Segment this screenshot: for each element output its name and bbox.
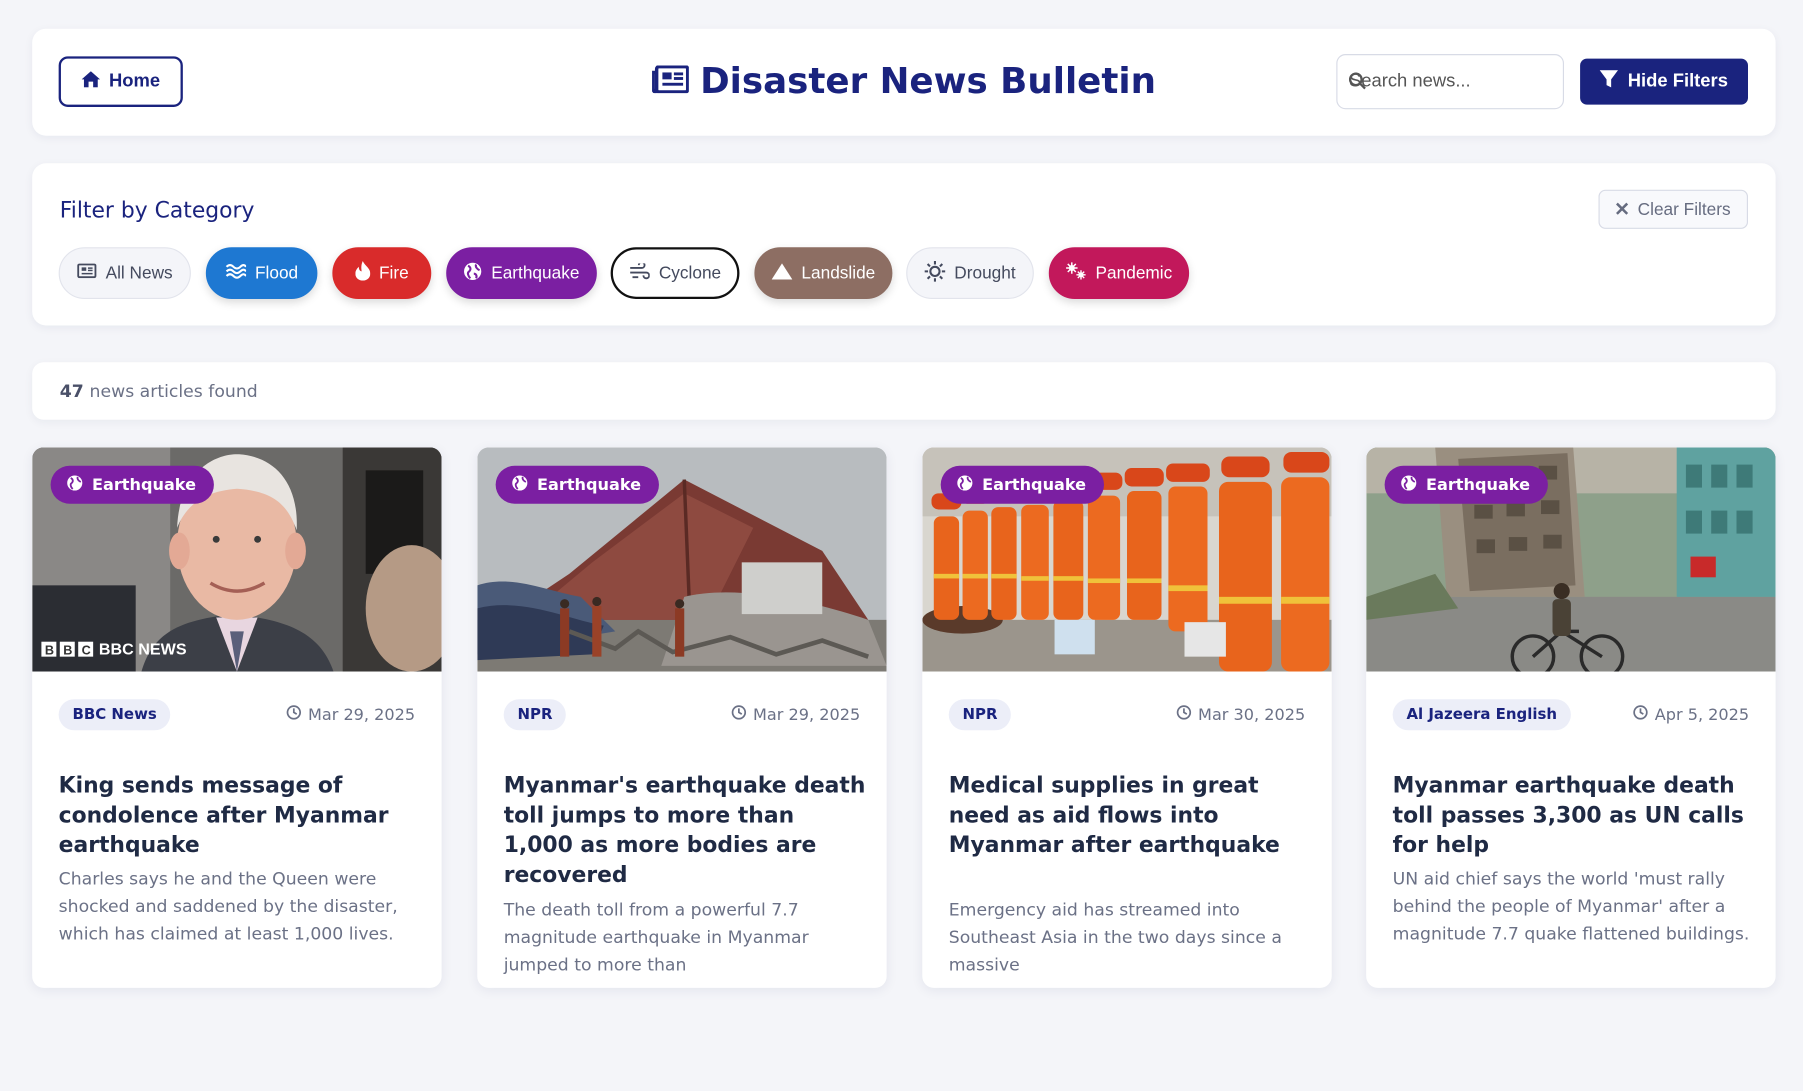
chip-label: Cyclone [658, 263, 722, 283]
card-image: Earthquake [477, 447, 887, 672]
newspaper-icon [77, 263, 97, 283]
chip-label: Drought [954, 263, 1016, 283]
close-icon [1616, 200, 1629, 220]
chip-label: Pandemic [1095, 263, 1173, 283]
chip-label: Earthquake [491, 263, 580, 283]
hide-filters-label: Hide Filters [1627, 71, 1728, 91]
news-card[interactable]: B B C BBC NEWS Earthquake BBC News Mar 2… [32, 447, 442, 988]
results-label: news articles found [89, 380, 258, 402]
card-title[interactable]: Medical supplies in great need as aid fl… [949, 771, 1312, 861]
source-tag: Al Jazeera English [1392, 699, 1571, 731]
globe-icon [957, 474, 973, 495]
chip-pandemic[interactable]: Pandemic [1048, 247, 1190, 299]
category-badge: Earthquake [495, 465, 660, 504]
card-date: Mar 29, 2025 [731, 705, 860, 725]
category-badge-label: Earthquake [1426, 475, 1531, 494]
hide-filters-button[interactable]: Hide Filters [1580, 58, 1748, 105]
filter-panel: Filter by Category Clear Filters All New… [32, 163, 1776, 326]
card-title[interactable]: Myanmar's earthquake death toll jumps to… [504, 771, 867, 891]
category-badge-label: Earthquake [982, 475, 1087, 494]
image-watermark: BBC NEWS [98, 639, 187, 658]
news-card[interactable]: Earthquake NPR Mar 30, 2025 Medical supp… [922, 447, 1332, 988]
filter-title: Filter by Category [59, 197, 255, 224]
chip-flood[interactable]: Flood [205, 247, 318, 299]
filter-icon [1600, 69, 1619, 94]
svg-text:C: C [82, 643, 91, 657]
card-title[interactable]: Myanmar earthquake death toll passes 3,3… [1393, 771, 1756, 861]
news-card[interactable]: Earthquake Al Jazeera English Apr 5, 202… [1366, 447, 1776, 988]
header-bar: Home Disaster News Bulletin Search news.… [32, 28, 1776, 136]
chip-cyclone[interactable]: Cyclone [610, 247, 740, 299]
chip-fire[interactable]: Fire [332, 247, 432, 299]
globe-icon [512, 474, 528, 495]
source-tag: NPR [503, 699, 567, 731]
card-date-text: Mar 30, 2025 [1198, 705, 1306, 724]
search-icon [1348, 72, 1366, 94]
card-image: Earthquake [1366, 447, 1776, 672]
card-summary: UN aid chief says the world 'must rally … [1392, 868, 1750, 945]
card-image: Earthquake [922, 447, 1332, 672]
page-title-text: Disaster News Bulletin [700, 60, 1157, 103]
wind-icon [629, 260, 650, 284]
chip-all-news[interactable]: All News [58, 247, 191, 299]
card-summary: The death toll from a powerful 7.7 magni… [503, 899, 809, 976]
flame-icon [354, 261, 370, 285]
category-badge: Earthquake [50, 465, 215, 504]
search-input[interactable] [1348, 71, 1545, 92]
clock-icon [731, 705, 746, 725]
card-date-text: Mar 29, 2025 [307, 705, 416, 724]
globe-icon [67, 474, 83, 495]
category-badge-label: Earthquake [92, 475, 197, 494]
newspaper-icon [651, 61, 690, 102]
water-waves-icon [225, 263, 247, 284]
chip-drought[interactable]: Drought [906, 247, 1034, 299]
category-badge: Earthquake [940, 465, 1105, 504]
globe-icon [1401, 474, 1417, 495]
source-tag: BBC News [58, 699, 171, 731]
news-card[interactable]: Earthquake NPR Mar 29, 2025 Myanmar's ea… [477, 447, 887, 988]
virus-icon [1065, 261, 1087, 285]
card-date-text: Apr 5, 2025 [1654, 705, 1750, 724]
chip-label: Landslide [801, 263, 876, 283]
svg-text:B: B [45, 643, 54, 657]
sun-icon [924, 260, 946, 285]
globe-icon [464, 262, 482, 285]
chip-earthquake[interactable]: Earthquake [446, 247, 597, 299]
results-count: 47 [59, 380, 84, 402]
clock-icon [1176, 705, 1191, 725]
source-tag: NPR [948, 699, 1012, 731]
card-date-text: Mar 29, 2025 [752, 705, 861, 724]
chip-label: Fire [379, 263, 409, 283]
card-title[interactable]: King sends message of condolence after M… [59, 771, 422, 861]
search-box [1336, 54, 1564, 110]
chip-label: All News [105, 263, 173, 283]
clock-icon [286, 705, 301, 725]
clear-filters-label: Clear Filters [1637, 199, 1731, 220]
card-date: Mar 30, 2025 [1176, 705, 1305, 725]
category-badge-label: Earthquake [537, 475, 642, 494]
clear-filters-button[interactable]: Clear Filters [1598, 189, 1748, 229]
clock-icon [1633, 705, 1648, 725]
results-count-bar: 47 news articles found [32, 362, 1776, 420]
card-image: B B C BBC NEWS Earthquake [32, 447, 442, 672]
mountain-icon [771, 262, 793, 284]
chip-label: Flood [254, 263, 299, 283]
card-date: Mar 29, 2025 [286, 705, 415, 725]
svg-text:B: B [63, 643, 72, 657]
category-badge: Earthquake [1384, 465, 1549, 504]
card-summary: Emergency aid has streamed into Southeas… [948, 899, 1282, 976]
card-date: Apr 5, 2025 [1633, 705, 1749, 725]
card-summary: Charles says he and the Queen were shock… [58, 868, 398, 945]
chip-landslide[interactable]: Landslide [754, 247, 893, 299]
